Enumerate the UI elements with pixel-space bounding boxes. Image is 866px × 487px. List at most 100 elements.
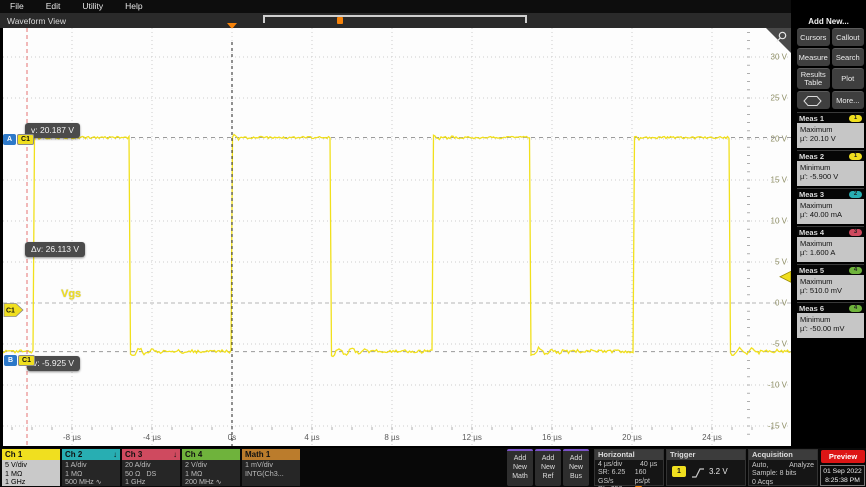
channel-name: Ch 3 — [125, 450, 142, 459]
measurement-values: Maximumµ': 1.600 A — [797, 237, 864, 262]
channel-name: Ch 1 — [5, 450, 22, 459]
more--button[interactable]: More... — [832, 91, 865, 109]
add-new-math-button[interactable]: AddNewMath — [507, 449, 533, 486]
channel-setting-line: 200 MHz ∿ — [185, 478, 237, 487]
add-new-ref-button[interactable]: AddNewRef — [535, 449, 561, 486]
channel-setting-line: 1 GHz — [125, 478, 177, 487]
channel-badge-ch-2[interactable]: Ch 2↓1 A/div1 MΩ500 MHz ∿ — [62, 449, 120, 486]
trigger-source-badge: 1 — [672, 466, 686, 477]
preview-button[interactable]: Preview — [821, 450, 865, 463]
channel-badge-ch-3[interactable]: Ch 3↓20 A/div50 Ω DS1 GHz — [122, 449, 180, 486]
cursor-b-handle[interactable]: B — [4, 355, 17, 366]
eye-mask-icon — [803, 95, 823, 107]
measurement-badge[interactable]: Meas 43Maximumµ': 1.600 A — [797, 226, 864, 262]
measurement-values: Minimumµ': -5.900 V — [797, 161, 864, 186]
waveform-graticule: -8 µs-4 µs0s4 µs8 µs12 µs16 µs20 µs24 µs… — [3, 28, 791, 446]
measurement-values: Minimumµ': -50.00 mV — [797, 313, 864, 338]
measurement-source-badge: 4 — [849, 267, 862, 274]
measurement-source-badge: 3 — [849, 229, 862, 236]
add-new-buttons: CursorsCalloutMeasureSearchResults Table… — [797, 28, 864, 109]
channel-setting-line: INTG(Ch3... — [245, 470, 297, 479]
rising-edge-slope-icon — [691, 467, 705, 479]
cursor-delta-readout: Δv: 26.113 V — [25, 242, 85, 257]
mask-test-button[interactable] — [797, 91, 830, 109]
button-label-line: Add — [563, 454, 589, 463]
y-axis-tick-label: 0 V — [775, 299, 788, 308]
settings-bar: Ch 15 V/div1 MΩ1 GHzCh 2↓1 A/div1 MΩ500 … — [0, 448, 866, 487]
horizontal-panel-body: 4 µs/div40 µsSR: 6.25 GS/s160 ps/ptRL: 2… — [595, 460, 663, 487]
x-axis-tick-label: 20 µs — [622, 433, 642, 442]
button-label-line: New — [535, 463, 561, 472]
acquisition-panel[interactable]: Acquisition Auto, Analyze Sample: 8 bits… — [748, 449, 818, 486]
measurement-type: Maximum — [800, 201, 861, 210]
button-label-line: Ref — [535, 472, 561, 481]
channel-settings: 5 V/div1 MΩ1 GHz — [2, 460, 60, 486]
callout-button[interactable]: Callout — [832, 28, 865, 46]
measurement-title: Meas 6 — [799, 304, 824, 313]
menu-help[interactable]: Help — [125, 1, 142, 13]
menu-utility[interactable]: Utility — [82, 1, 103, 13]
x-axis-tick-label: 24 µs — [702, 433, 722, 442]
measurement-badge[interactable]: Meas 11Maximumµ': 20.10 V — [797, 112, 864, 148]
horizontal-value: 40 µs — [640, 461, 657, 469]
results-table-button[interactable]: Results Table — [797, 68, 830, 89]
measurement-badge[interactable]: Meas 6 4Minimumµ': -50.00 mV — [797, 302, 864, 338]
measurement-badge[interactable]: Meas 21Minimumµ': -5.900 V — [797, 150, 864, 186]
y-axis-tick-label: 15 V — [771, 176, 788, 185]
measurement-title: Meas 1 — [799, 114, 824, 123]
horizontal-record-overview[interactable] — [263, 15, 527, 23]
y-axis-tick-label: 20 V — [771, 135, 788, 144]
add-new-bus-button[interactable]: AddNewBus — [563, 449, 589, 486]
search-button[interactable]: Search — [832, 48, 865, 66]
measurement-type: Maximum — [800, 277, 861, 286]
measurement-badge[interactable]: Meas 32Maximumµ': 40.00 mA — [797, 188, 864, 224]
measurement-values: Maximumµ': 40.00 mA — [797, 199, 864, 224]
y-axis-tick-label: 10 V — [771, 217, 788, 226]
measurement-badge[interactable]: Meas 54Maximumµ': 510.0 mV — [797, 264, 864, 300]
add-new-waveform-buttons: AddNewMathAddNewRefAddNewBus — [507, 449, 589, 486]
measurement-mean: µ': 20.10 V — [800, 134, 861, 143]
cursor-a-source-badge[interactable]: C1 — [17, 134, 34, 145]
button-label-line: New — [507, 463, 533, 472]
measurement-title: Meas 3 — [799, 190, 824, 199]
measure-button[interactable]: Measure — [797, 48, 830, 66]
channel-badge-ch-1[interactable]: Ch 15 V/div1 MΩ1 GHz — [2, 449, 60, 486]
date-value: 01 Sep 2022 — [821, 467, 864, 476]
record-trigger-position-marker[interactable] — [337, 17, 343, 24]
channel-setting-line: 1 GHz — [5, 478, 57, 487]
channel-badge-ch-4[interactable]: Ch 42 V/div1 MΩ200 MHz ∿ — [182, 449, 240, 486]
measurement-mean: µ': 40.00 mA — [800, 210, 861, 219]
menu-edit[interactable]: Edit — [46, 1, 61, 13]
horizontal-panel-title: Horizontal — [595, 450, 663, 460]
channel-header: Ch 1 — [2, 449, 60, 460]
cursor-b-source-badge[interactable]: C1 — [18, 355, 35, 366]
y-axis-tick-label: -10 V — [768, 381, 788, 390]
measurement-values: Maximumµ': 510.0 mV — [797, 275, 864, 300]
measurement-source-badge: 4 — [849, 305, 862, 312]
menu-file[interactable]: File — [10, 1, 24, 13]
horizontal-panel[interactable]: Horizontal 4 µs/div40 µsSR: 6.25 GS/s160… — [594, 449, 664, 486]
x-axis-tick-label: 4 µs — [304, 433, 319, 442]
trigger-level-arrow[interactable] — [780, 271, 791, 282]
channel-header: Ch 2↓ — [62, 449, 120, 460]
measurement-header: Meas 6 4 — [797, 302, 864, 313]
menu-bar: File Edit Utility Help — [0, 0, 791, 13]
ch1-position-marker-label: C1 — [6, 308, 15, 315]
measurement-type: Maximum — [800, 239, 861, 248]
trigger-panel[interactable]: Trigger 1 3.2 V — [666, 449, 746, 486]
measurement-type: Minimum — [800, 163, 861, 172]
plot-button[interactable]: Plot — [832, 68, 865, 89]
channel-settings: 1 mV/divINTG(Ch3... — [242, 460, 300, 486]
channel-badge-math-1[interactable]: Math 11 mV/divINTG(Ch3... — [242, 449, 300, 486]
cursor-a-handle[interactable]: A — [3, 134, 16, 145]
button-label-line: Math — [507, 472, 533, 481]
measurement-source-badge: 1 — [849, 153, 862, 160]
acquisition-panel-title: Acquisition — [749, 450, 817, 460]
clipping-arrow-icon: ↓ — [113, 450, 117, 459]
button-label-line: Bus — [563, 472, 589, 481]
results-bar: Add New... CursorsCalloutMeasureSearchRe… — [791, 0, 866, 448]
measurement-source-badge: 1 — [849, 115, 862, 122]
measurement-header: Meas 1 1 — [797, 112, 864, 123]
cursors-button[interactable]: Cursors — [797, 28, 830, 46]
horizontal-value: 4 µs/div — [598, 461, 640, 469]
